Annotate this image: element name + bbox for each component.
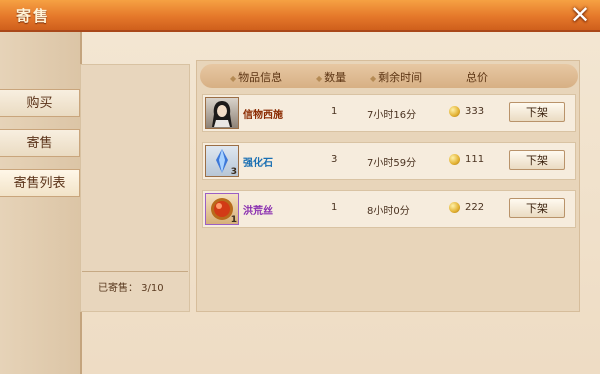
gold-coin-icon — [449, 154, 460, 165]
title-bar: 寄售 ✕ — [0, 0, 600, 32]
item-badge: 1 — [230, 215, 237, 225]
column-header-qty: ◆ 数量 — [316, 71, 347, 84]
item-time-left: 7小时16分 — [367, 110, 417, 121]
summary-divider — [82, 271, 188, 272]
table-row: 3 强化石 3 7小时59分 111 下架 — [202, 142, 576, 180]
delist-button[interactable]: 下架 — [509, 102, 565, 122]
sold-count: 已寄售： 3/10 — [98, 283, 164, 294]
item-name: 强化石 — [243, 158, 273, 169]
delist-button[interactable]: 下架 — [509, 150, 565, 170]
item-price: 222 — [465, 202, 485, 213]
table-row: 信物西施 1 7小时16分 333 下架 — [202, 94, 576, 132]
item-time-left: 7小时59分 — [367, 158, 417, 169]
delist-button[interactable]: 下架 — [509, 198, 565, 218]
red-orb-icon[interactable]: 1 — [205, 193, 239, 225]
blue-crystal-icon[interactable]: 3 — [205, 145, 239, 177]
item-quantity: 3 — [331, 154, 338, 165]
item-price: 111 — [465, 154, 485, 165]
item-price: 333 — [465, 106, 485, 117]
item-name: 信物西施 — [243, 110, 283, 121]
sidebar-item-sell-list[interactable]: 寄售列表 — [0, 169, 80, 197]
gold-coin-icon — [449, 106, 460, 117]
column-header-item: ◆ 物品信息 — [230, 71, 283, 84]
character-portrait-icon[interactable] — [205, 97, 239, 129]
table-header: ◆ 物品信息 ◆ 数量 ◆ 剩余时间 总价 — [200, 64, 578, 88]
close-icon[interactable]: ✕ — [566, 1, 594, 29]
summary-panel — [80, 64, 190, 312]
sidebar: 购买 寄售 寄售列表 — [0, 32, 82, 374]
column-header-time: ◆ 剩余时间 — [370, 71, 423, 84]
gold-coin-icon — [449, 202, 460, 213]
sidebar-item-buy[interactable]: 购买 — [0, 89, 80, 117]
item-quantity: 1 — [331, 106, 338, 117]
item-name: 洪荒丝 — [243, 206, 273, 217]
window-title: 寄售 — [16, 7, 51, 25]
item-time-left: 8小时0分 — [367, 206, 410, 217]
sidebar-item-sell[interactable]: 寄售 — [0, 129, 80, 157]
table-row: 1 洪荒丝 1 8小时0分 222 下架 — [202, 190, 576, 228]
item-quantity: 1 — [331, 202, 338, 213]
column-header-price: 总价 — [466, 71, 488, 84]
item-badge: 3 — [230, 167, 237, 177]
